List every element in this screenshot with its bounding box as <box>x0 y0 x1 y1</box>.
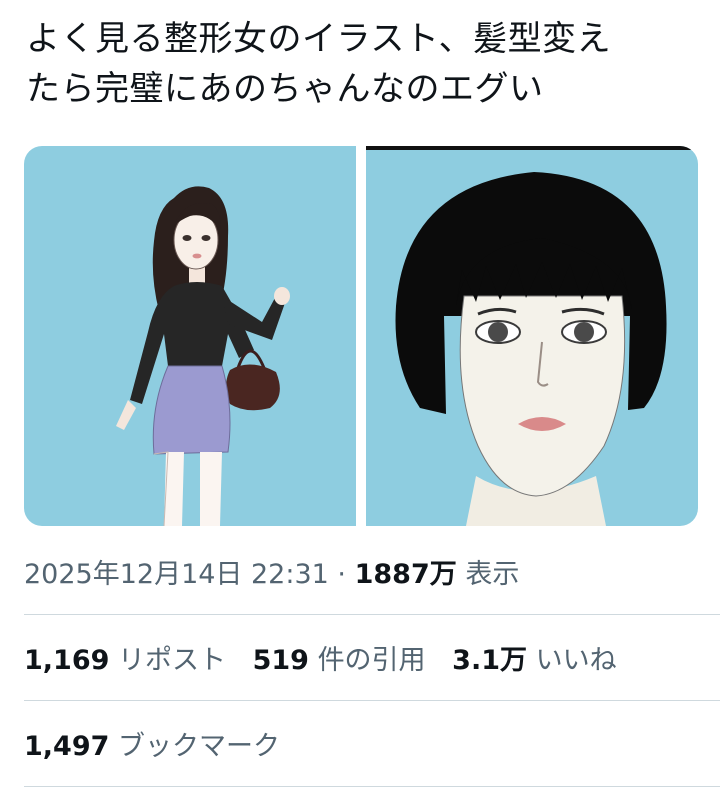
likes-stat[interactable]: 3.1万 いいね <box>452 645 616 676</box>
media-image-left[interactable] <box>24 146 356 526</box>
divider <box>24 614 720 615</box>
reposts-label: リポスト <box>118 645 226 676</box>
tweet-timestamp[interactable]: 2025年12月14日 22:31 <box>24 559 329 590</box>
divider <box>24 700 720 701</box>
tweet-text-line-1: よく見る整形女のイラスト、髪型変え <box>26 19 612 59</box>
media-image-right[interactable] <box>366 146 698 526</box>
bookmarks-stat[interactable]: 1,497 ブックマーク <box>24 724 280 763</box>
views-label: 表示 <box>465 559 520 590</box>
media-grid <box>24 146 698 526</box>
tweet-text: よく見る整形女のイラスト、髪型変え たら完璧にあのちゃんなのエグい <box>26 14 706 114</box>
likes-label: いいね <box>535 645 617 676</box>
likes-count: 3.1万 <box>452 645 527 676</box>
tweet-text-line-2: たら完璧にあのちゃんなのエグい <box>26 69 544 109</box>
bookmarks-count: 1,497 <box>24 731 110 762</box>
divider <box>24 786 720 787</box>
woman-long-hair-illustration <box>24 146 356 526</box>
bookmarks-label: ブックマーク <box>118 731 280 762</box>
meta-separator: · <box>337 559 347 590</box>
quotes-stat[interactable]: 519 件の引用 <box>253 645 426 676</box>
reposts-count: 1,169 <box>24 645 110 676</box>
quotes-count: 519 <box>252 645 309 676</box>
engagement-stats: 1,169 リポスト 519 件の引用 3.1万 いいね <box>24 638 635 677</box>
views-count: 1887万 <box>354 559 457 590</box>
woman-bob-hair-illustration <box>366 146 698 526</box>
quotes-label: 件の引用 <box>317 645 426 676</box>
reposts-stat[interactable]: 1,169 リポスト <box>24 645 226 676</box>
tweet-meta: 2025年12月14日 22:31 · 1887万 表示 <box>24 552 519 591</box>
